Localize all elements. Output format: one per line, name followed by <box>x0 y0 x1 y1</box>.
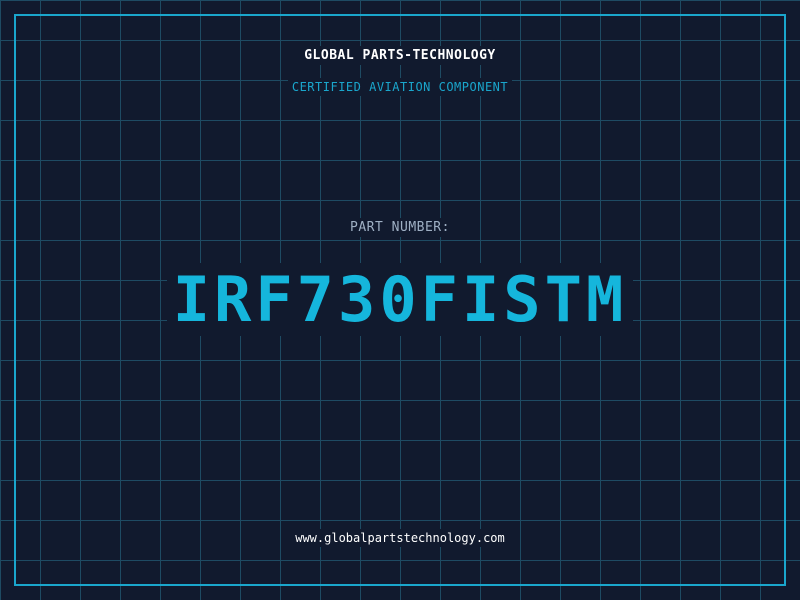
part-number-text: IRF730FISTM <box>166 263 634 336</box>
part-number: IRF730FISTM <box>0 262 800 338</box>
company-name-text: GLOBAL PARTS-TECHNOLOGY <box>300 46 500 65</box>
part-number-label-text: PART NUMBER: <box>346 218 454 237</box>
company-name: GLOBAL PARTS-TECHNOLOGY <box>0 46 800 65</box>
website-url: www.globalpartstechnology.com <box>0 529 800 547</box>
certification-subtitle: CERTIFIED AVIATION COMPONENT <box>0 78 800 96</box>
certification-subtitle-text: CERTIFIED AVIATION COMPONENT <box>287 78 513 96</box>
website-url-text: www.globalpartstechnology.com <box>291 529 509 547</box>
part-number-label: PART NUMBER: <box>0 218 800 237</box>
